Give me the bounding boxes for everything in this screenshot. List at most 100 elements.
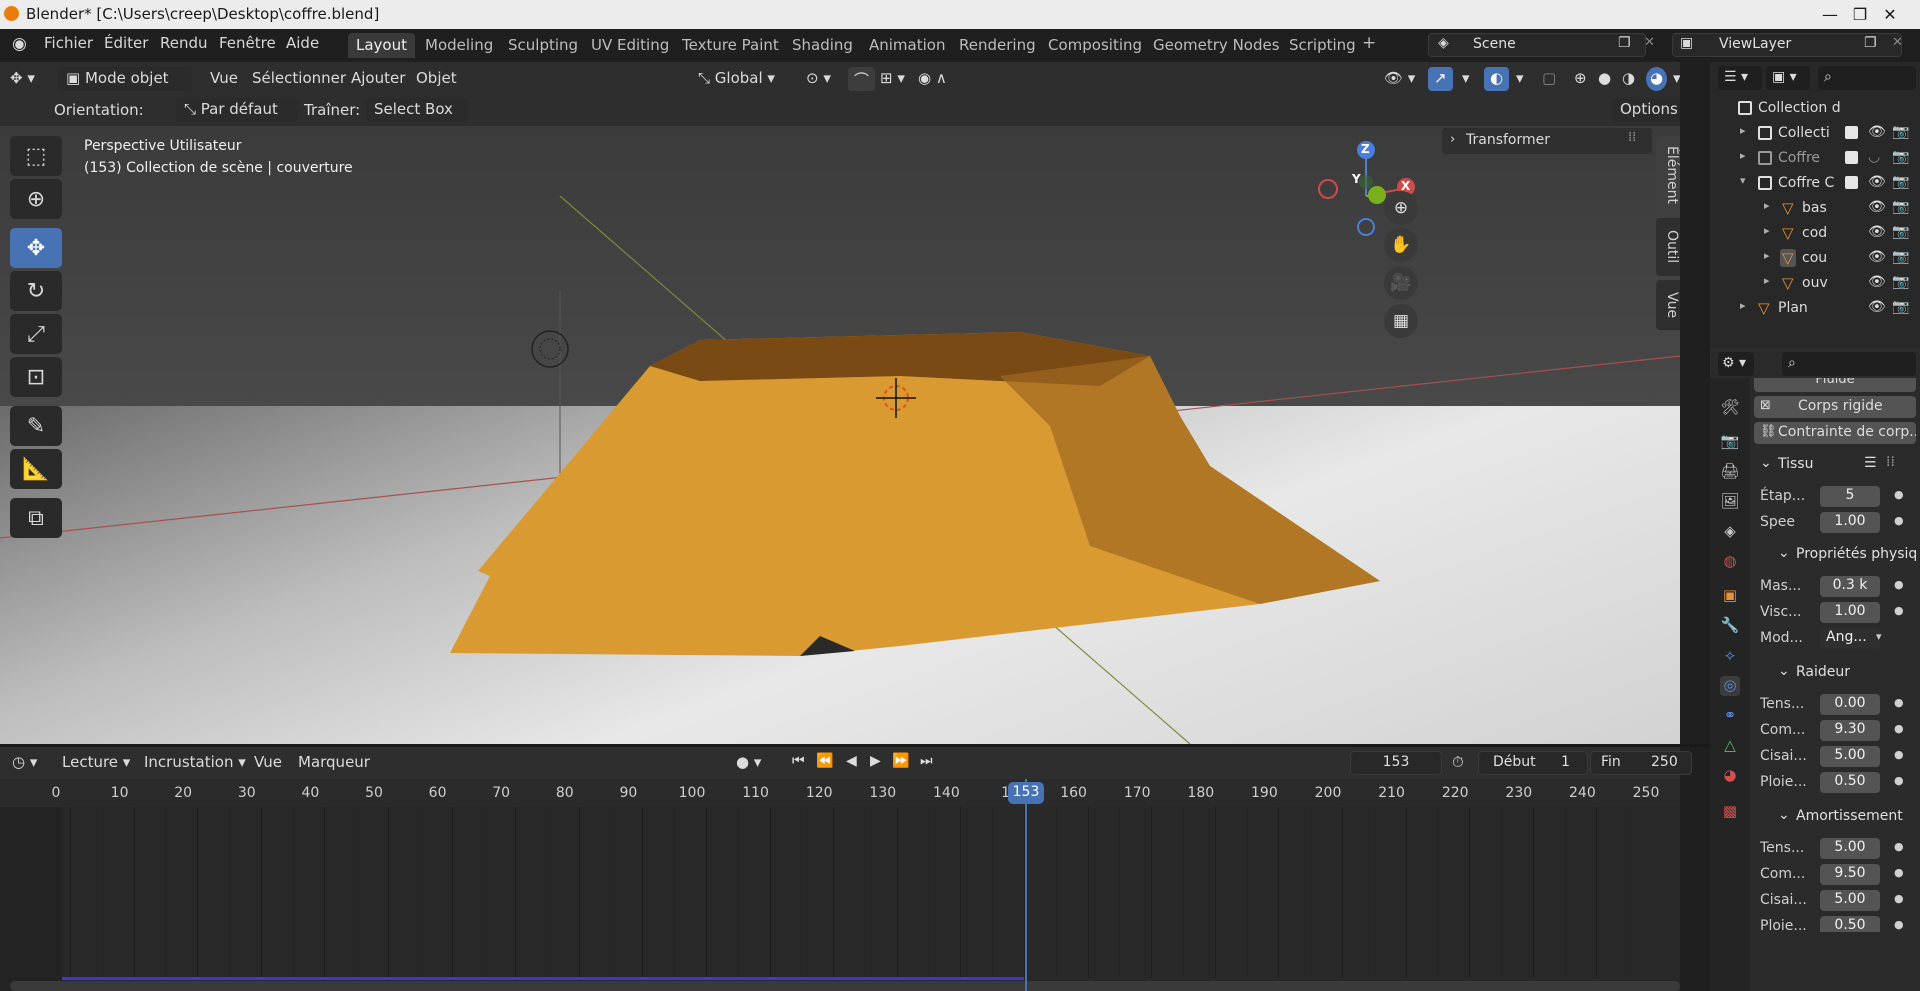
- data-tab-icon[interactable]: △: [1720, 736, 1740, 756]
- new-scene-icon[interactable]: ❐: [1618, 35, 1631, 51]
- tab-sculpting[interactable]: Sculpting: [508, 33, 578, 58]
- tissu-steps-row[interactable]: Étap... 5 ●: [1754, 486, 1920, 508]
- physics-props-header[interactable]: ⌄ Propriétés physiq: [1754, 542, 1917, 566]
- stopwatch-icon[interactable]: ⏱: [1452, 751, 1464, 775]
- camera-icon[interactable]: 📷: [1892, 274, 1909, 290]
- sidebar-tab-element[interactable]: Élément: [1656, 136, 1680, 214]
- tissu-speed-row[interactable]: Spee 1.00 ●: [1754, 512, 1920, 534]
- render-tab-icon[interactable]: 📷: [1720, 432, 1740, 452]
- material-tab-icon[interactable]: ◕: [1720, 766, 1740, 786]
- menu-selectionner[interactable]: Sélectionner: [252, 67, 346, 91]
- jump-end-icon[interactable]: ⏭: [920, 751, 933, 775]
- scale-tool-icon[interactable]: ⤢: [10, 314, 62, 354]
- view-layer-tab-icon[interactable]: 🖼: [1720, 492, 1740, 512]
- eye-icon[interactable]: 👁: [1868, 249, 1886, 265]
- timeline-scrollbar[interactable]: [10, 981, 1680, 991]
- tab-compositing[interactable]: Compositing: [1048, 33, 1142, 58]
- gizmo-dropdown-icon[interactable]: ▾: [1462, 67, 1470, 91]
- world-tab-icon[interactable]: ◍: [1720, 552, 1740, 572]
- tissu-panel-header[interactable]: ⌄ Tissu ☰ ⁞⁞: [1754, 452, 1914, 476]
- solid-shading-icon[interactable]: ●: [1598, 67, 1611, 91]
- timeline-ruler[interactable]: 0102030405060708090100110120130140151601…: [0, 779, 1680, 807]
- end-frame-field[interactable]: Fin 250: [1590, 751, 1692, 775]
- rigid-constraint-button[interactable]: ⛓ Contrainte de corp...: [1754, 422, 1916, 444]
- tab-modeling[interactable]: Modeling: [425, 33, 493, 58]
- outliner-row[interactable]: ▸ ▽ cod 👁 📷: [1710, 221, 1920, 245]
- scene-field[interactable]: Scene: [1428, 33, 1646, 57]
- constraints-tab-icon[interactable]: ⚭: [1720, 706, 1740, 726]
- sidebar-tab-outil[interactable]: Outil: [1656, 218, 1680, 276]
- proportional-edit-icon[interactable]: ◉ ∧: [918, 67, 947, 91]
- current-frame-field[interactable]: 153: [1350, 751, 1442, 775]
- sidebar-tab-vue[interactable]: Vue: [1656, 280, 1680, 330]
- camera-icon[interactable]: 📷: [1892, 224, 1909, 240]
- tab-rendering[interactable]: Rendering: [959, 33, 1036, 58]
- eye-icon[interactable]: 👁: [1868, 174, 1886, 190]
- xray-icon[interactable]: ▢: [1542, 67, 1556, 91]
- jump-start-icon[interactable]: ⏮: [792, 751, 805, 775]
- orientation-dropdown[interactable]: ⤡ Par défaut: [176, 98, 298, 122]
- drag-dropdown[interactable]: Select Box: [366, 98, 468, 122]
- damping-tension-row[interactable]: Tens... 5.00 ●: [1754, 838, 1920, 860]
- outliner-row[interactable]: ▸ ▽ ouv 👁 📷: [1710, 271, 1920, 295]
- tab-uv-editing[interactable]: UV Editing: [591, 33, 669, 58]
- output-tab-icon[interactable]: 🖨: [1720, 462, 1740, 482]
- material-shading-icon[interactable]: ◑: [1622, 67, 1635, 91]
- tab-layout[interactable]: Layout: [348, 33, 415, 58]
- play-icon[interactable]: ▶: [870, 751, 881, 775]
- camera-icon[interactable]: 📷: [1892, 249, 1909, 265]
- eye-icon[interactable]: 👁: [1868, 124, 1886, 140]
- 3d-viewport[interactable]: Perspective Utilisateur (153) Collection…: [0, 126, 1680, 744]
- zoom-icon[interactable]: ⊕: [1384, 191, 1418, 225]
- damping-bending-row[interactable]: Ploie... 0.50 ●: [1754, 916, 1920, 932]
- eye-icon[interactable]: 👁: [1868, 199, 1886, 215]
- rotate-tool-icon[interactable]: ↻: [10, 271, 62, 311]
- next-keyframe-icon[interactable]: ⏩: [892, 751, 909, 775]
- properties-type-icon[interactable]: ⚙ ▾: [1718, 352, 1754, 376]
- object-tab-icon[interactable]: ▣: [1720, 586, 1740, 606]
- pivot-icon[interactable]: ⊙ ▾: [806, 67, 831, 91]
- editor-type-icon[interactable]: ✥ ▾: [10, 67, 35, 91]
- eye-closed-icon[interactable]: ◡: [1868, 149, 1880, 165]
- transform-orientation-dropdown[interactable]: ⤡ Global ▾: [698, 67, 775, 91]
- drag-handle-icon[interactable]: ⁞⁞: [1628, 130, 1636, 145]
- outliner-row[interactable]: ▸ Collecti 👁 📷: [1710, 121, 1920, 145]
- eye-icon[interactable]: 👁: [1868, 224, 1886, 240]
- stiffness-tension-row[interactable]: Tens... 0.00 ●: [1754, 694, 1920, 716]
- visibility-icon[interactable]: 👁 ▾: [1384, 67, 1415, 91]
- remove-scene-icon[interactable]: ✕: [1644, 35, 1655, 50]
- menu-lecture[interactable]: Lecture ▾: [62, 751, 146, 775]
- stiffness-bending-row[interactable]: Ploie... 0.50 ●: [1754, 772, 1920, 794]
- add-cube-tool-icon[interactable]: ⧉: [10, 498, 62, 538]
- fluid-button[interactable]: Fluide: [1754, 378, 1916, 392]
- modifier-tab-icon[interactable]: 🔧: [1720, 616, 1740, 636]
- pan-hand-icon[interactable]: ✋: [1384, 228, 1418, 262]
- new-view-layer-icon[interactable]: ❐: [1864, 35, 1877, 51]
- stiffness-shear-row[interactable]: Cisai... 5.00 ●: [1754, 746, 1920, 768]
- move-tool-icon[interactable]: ✥: [10, 228, 62, 268]
- camera-icon[interactable]: 📷: [1892, 299, 1909, 315]
- cursor-tool-icon[interactable]: ⊕: [10, 179, 62, 219]
- outliner-root[interactable]: Collection d: [1710, 96, 1920, 120]
- outliner-row[interactable]: ▸ ▽ Plan 👁 📷: [1710, 296, 1920, 320]
- overlay-toggle-icon[interactable]: ◐: [1484, 67, 1510, 91]
- outliner-row[interactable]: ▸ ▽ bas 👁 📷: [1710, 196, 1920, 220]
- texture-tab-icon[interactable]: ▩: [1720, 802, 1740, 822]
- tool-tab-icon[interactable]: 🛠: [1720, 398, 1740, 418]
- tab-scripting[interactable]: Scripting: [1289, 33, 1356, 58]
- eye-icon[interactable]: 👁: [1868, 299, 1886, 315]
- blender-menu-icon[interactable]: ◉: [12, 34, 27, 54]
- tab-texture-paint[interactable]: Texture Paint: [682, 33, 779, 58]
- mode-dropdown[interactable]: ▣ Mode objet: [58, 67, 192, 91]
- annotate-tool-icon[interactable]: ✎: [10, 406, 62, 446]
- outliner-filter-icon[interactable]: ▣ ▾: [1766, 66, 1810, 90]
- damping-compression-row[interactable]: Com... 9.50 ●: [1754, 864, 1920, 886]
- menu-marqueur[interactable]: Marqueur: [298, 751, 370, 775]
- camera-icon[interactable]: 📷: [1892, 149, 1909, 165]
- tab-animation[interactable]: Animation: [869, 33, 945, 58]
- camera-icon[interactable]: 📷: [1892, 124, 1909, 140]
- menu-ajouter[interactable]: Ajouter: [351, 67, 405, 91]
- start-frame-field[interactable]: Début 1: [1478, 751, 1588, 775]
- menu-rendu[interactable]: Rendu: [160, 34, 208, 52]
- navigation-gizmo[interactable]: [1310, 126, 1430, 246]
